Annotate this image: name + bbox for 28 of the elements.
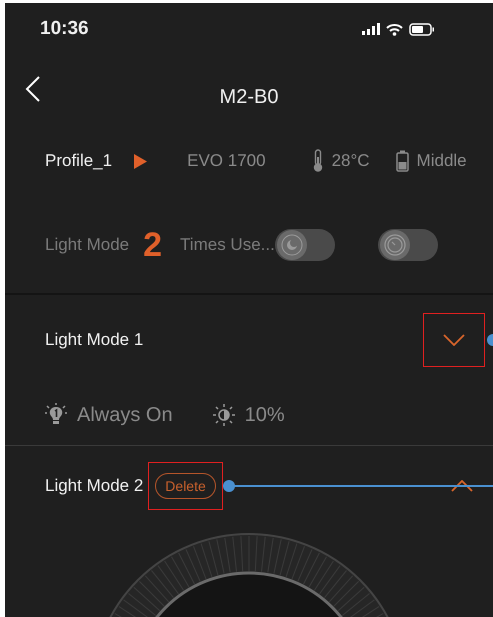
thermometer-icon [312, 149, 324, 173]
screen-title: M2-B0 [220, 84, 278, 108]
times-used-label: Times Use... [180, 235, 275, 255]
profile-name[interactable]: Profile_1 [45, 151, 112, 171]
delete-button[interactable]: Delete [155, 473, 216, 499]
battery-level: Middle [416, 151, 467, 171]
light-bulb-icon [45, 403, 67, 427]
light-mode-label: Light Mode [45, 235, 130, 255]
light-mode-title: Light Mode 2 [45, 476, 144, 496]
light-mode-count: 2 [143, 226, 162, 264]
brightness-icon [212, 404, 235, 426]
moon-icon [280, 233, 304, 257]
light-mode-type: Always On [77, 404, 173, 426]
brightness-level: 10% [244, 404, 285, 426]
toggle-switch[interactable] [274, 229, 335, 261]
battery-icon [409, 22, 435, 36]
timer-icon [382, 233, 407, 257]
clock-time: 10:36 [40, 18, 89, 40]
toggle-switch[interactable] [378, 229, 438, 261]
chevron-button[interactable] [451, 480, 473, 492]
chevron-button[interactable] [443, 334, 465, 346]
play-icon[interactable] [134, 154, 148, 168]
temperature-reading: 28°C [332, 151, 370, 171]
signal-icon [362, 23, 380, 35]
device-model: EVO 1700 [187, 151, 266, 171]
light-mode-title: Light Mode 1 [45, 330, 144, 350]
wifi-icon [386, 22, 403, 36]
battery-level-icon [396, 150, 409, 172]
